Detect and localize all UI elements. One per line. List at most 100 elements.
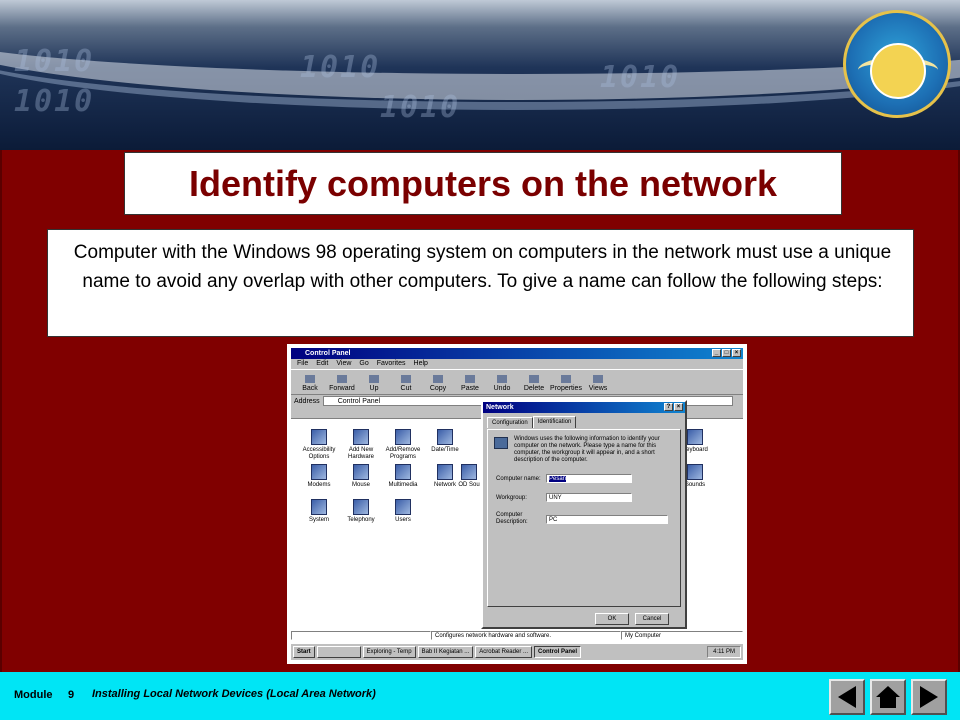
menu-item: Edit (316, 360, 329, 367)
tab-configuration: Configuration (487, 417, 533, 428)
menu-item: Favorites (376, 360, 406, 367)
banner-swoosh-inner (0, 0, 960, 110)
users-icon (395, 499, 411, 515)
menu-item: File (297, 360, 309, 367)
arrow-right-icon (920, 686, 938, 708)
binary-decoration: 1010 (14, 44, 95, 79)
dialog-title: Network (486, 404, 514, 411)
description-label: Computer Description: (496, 512, 528, 525)
control-panel-item: Telephony (341, 499, 381, 524)
taskbar-item: Control Panel (534, 646, 582, 658)
slide-title: Identify computers on the network (188, 162, 778, 204)
address-label: Address (294, 397, 320, 405)
paragraph-box: Computer with the Windows 98 operating s… (47, 229, 914, 337)
dialog-tabs: Configuration Identification (487, 416, 685, 428)
module-label: Module (14, 689, 53, 701)
slide-paragraph: Computer with the Windows 98 operating s… (73, 242, 892, 292)
network-dialog: Network ? × Configuration Identification… (481, 400, 687, 629)
toolbar-button: Undo (491, 370, 513, 394)
identification-description: Windows uses the following information t… (514, 436, 660, 463)
window-title: Control Panel (305, 350, 351, 357)
control-panel-item: OD Sou (457, 464, 481, 489)
taskbar-item: Exploring - Temp (362, 646, 416, 658)
description-field: PC (546, 515, 668, 524)
telephony-icon (353, 499, 369, 515)
odbc-icon (461, 464, 477, 480)
menu-item: View (336, 360, 352, 367)
next-slide-button[interactable] (911, 679, 947, 715)
help-icon: ? (664, 403, 673, 411)
window-titlebar: Control Panel _ □ × (291, 348, 743, 359)
dialog-titlebar: Network ? × (483, 402, 685, 413)
control-panel-item: Mouse (341, 464, 381, 489)
close-icon: × (674, 403, 683, 411)
control-panel-window: Control Panel _ □ × File Edit View Go Fa… (291, 348, 743, 660)
ok-button: OK (595, 613, 629, 625)
toolbar-button: Views (587, 370, 609, 394)
control-panel-item: Add New Hardware (341, 429, 381, 461)
cancel-button: Cancel (635, 613, 669, 625)
module-number: 9 (68, 689, 75, 701)
prev-slide-button[interactable] (829, 679, 865, 715)
computer-name-label: Computer name: (496, 476, 541, 482)
tut-wuri-handayani-logo (843, 10, 951, 118)
title-box: Identify computers on the network (124, 152, 842, 215)
system-icon (311, 499, 327, 515)
control-panel-item: System (299, 499, 339, 524)
identification-panel: Windows uses the following information t… (487, 429, 681, 607)
programs-icon (395, 429, 411, 445)
control-panel-item: Date/Time (425, 429, 465, 454)
control-panel-item: Accessibility Options (299, 429, 339, 461)
menu-item: Help (413, 360, 428, 367)
minimize-icon: _ (712, 349, 721, 357)
accessibility-icon (311, 429, 327, 445)
modem-icon (311, 464, 327, 480)
toolbar-button: Properties (550, 370, 582, 394)
computer-icon (494, 437, 508, 449)
module-title: Installing Local Network Devices (Local … (92, 688, 376, 700)
status-message: Configures network hardware and software… (431, 631, 621, 640)
toolbar: Back Forward Up Cut Copy Paste Undo Dele… (291, 369, 743, 395)
toolbar-button: Copy (427, 370, 449, 394)
toolbar-button: Back (299, 370, 321, 394)
menu-item: Go (359, 360, 369, 367)
toolbar-button: Up (363, 370, 385, 394)
taskbar-item: Bab II Kegiatan ... (417, 646, 474, 658)
datetime-icon (437, 429, 453, 445)
toolbar-button: Forward (329, 370, 355, 394)
multimedia-icon (395, 464, 411, 480)
maximize-icon: □ (722, 349, 731, 357)
control-panel-item: Users (383, 499, 423, 524)
computer-name-field: Pesan (546, 474, 632, 483)
status-bar: Configures network hardware and software… (291, 631, 743, 640)
sounds-icon (687, 464, 703, 480)
toolbar-button: Delete (523, 370, 545, 394)
control-panel-item: Modems (299, 464, 339, 489)
close-icon: × (732, 349, 741, 357)
taskbar-clock: 4:11 PM (707, 646, 741, 658)
home-icon (876, 686, 900, 708)
toolbar-button: Paste (459, 370, 481, 394)
home-button[interactable] (870, 679, 906, 715)
hardware-icon (353, 429, 369, 445)
keyboard-icon (687, 429, 703, 445)
logo-emblem (870, 43, 926, 99)
binary-decoration: 1010 (380, 90, 461, 125)
start-button: Start (293, 646, 315, 658)
tab-identification: Identification (532, 416, 577, 428)
workgroup-label: Workgroup: (496, 495, 527, 501)
status-left (291, 631, 431, 640)
toolbar-button: Cut (395, 370, 417, 394)
network-icon (437, 464, 453, 480)
header-banner: 1010 1010 1010 1010 1010 (0, 0, 960, 150)
menu-bar: File Edit View Go Favorites Help (291, 359, 743, 369)
binary-decoration: 1010 (600, 60, 681, 95)
taskbar: Start Exploring - Temp Bab II Kegiatan .… (291, 643, 743, 660)
quick-launch (316, 646, 361, 658)
binary-decoration: 1010 (14, 84, 95, 119)
workgroup-field: UNY (546, 493, 632, 502)
arrow-left-icon (838, 686, 856, 708)
binary-decoration: 1010 (300, 50, 381, 85)
control-panel-item: Add/Remove Programs (383, 429, 423, 461)
windows98-screenshot: Control Panel _ □ × File Edit View Go Fa… (287, 344, 747, 664)
